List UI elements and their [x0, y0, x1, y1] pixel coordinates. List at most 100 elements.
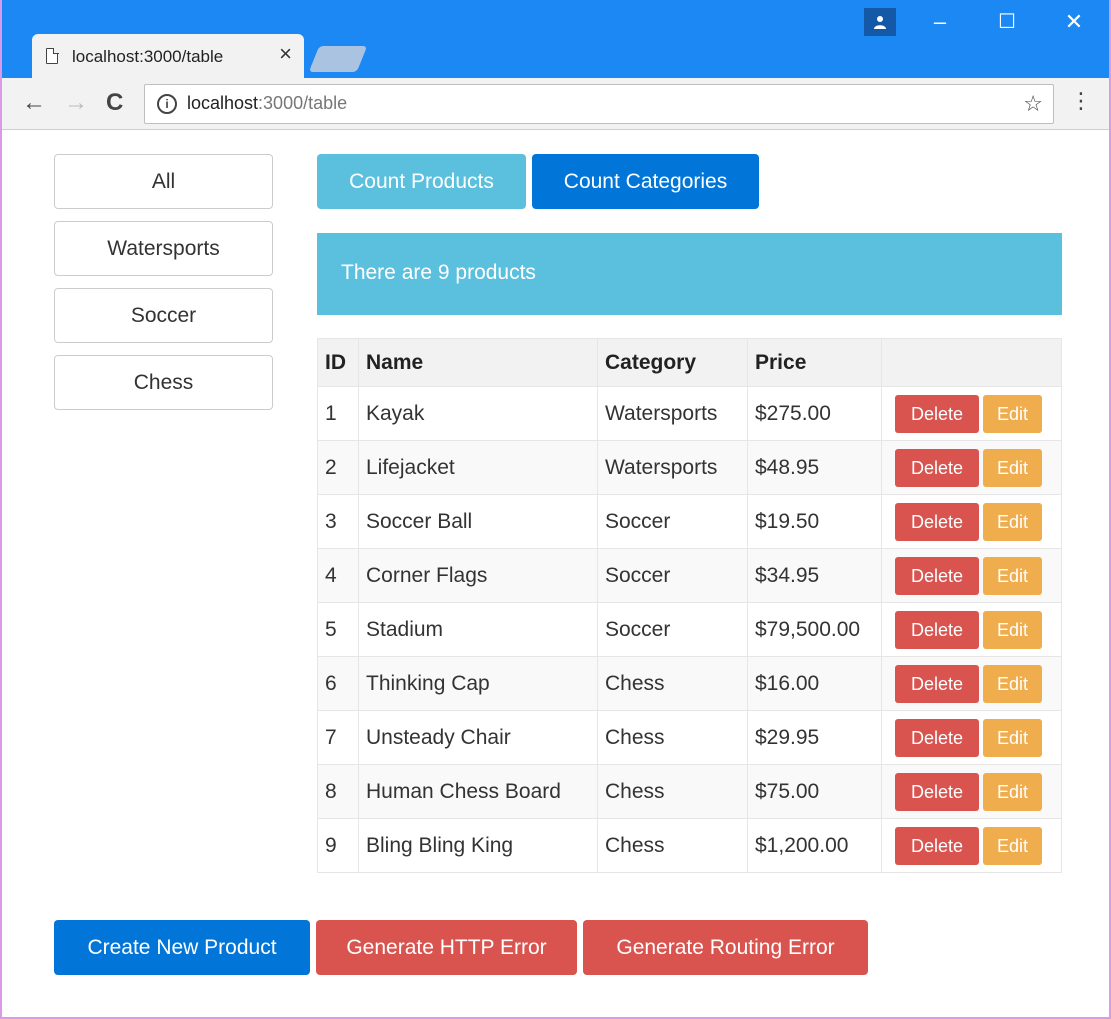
- maximize-button[interactable]: ☐: [987, 10, 1027, 34]
- delete-button[interactable]: Delete: [895, 718, 979, 757]
- category-button-chess[interactable]: Chess: [54, 355, 273, 410]
- header-price: Price: [747, 338, 882, 387]
- header-category: Category: [597, 338, 748, 387]
- new-tab-button[interactable]: [308, 46, 368, 72]
- cell-id: 2: [317, 440, 359, 495]
- cell-category: Watersports: [597, 440, 748, 495]
- forward-arrow-icon[interactable]: →: [64, 90, 88, 116]
- bookmark-star-icon[interactable]: ☆: [1023, 91, 1043, 117]
- reload-icon[interactable]: C: [106, 90, 123, 116]
- edit-button[interactable]: Edit: [983, 394, 1042, 433]
- cell-price: $34.95: [747, 548, 882, 603]
- delete-button[interactable]: Delete: [895, 826, 979, 865]
- cell-id: 9: [317, 818, 359, 873]
- generate-routing-error-button[interactable]: Generate Routing Error: [583, 920, 868, 975]
- cell-name: Lifejacket: [358, 440, 598, 495]
- close-window-button[interactable]: ✕: [1054, 10, 1094, 34]
- header-name: Name: [358, 338, 598, 387]
- table-row: 3 Soccer Ball Soccer $19.50 Delete Edit: [317, 494, 1062, 549]
- delete-button[interactable]: Delete: [895, 772, 979, 811]
- cell-price: $48.95: [747, 440, 882, 495]
- browser-menu-icon[interactable]: ⋮: [1070, 88, 1092, 114]
- header-actions: [881, 338, 1062, 387]
- cell-price: $75.00: [747, 764, 882, 819]
- cell-price: $19.50: [747, 494, 882, 549]
- table-row: 6 Thinking Cap Chess $16.00 Delete Edit: [317, 656, 1062, 711]
- table-row: 5 Stadium Soccer $79,500.00 Delete Edit: [317, 602, 1062, 657]
- cell-name: Soccer Ball: [358, 494, 598, 549]
- edit-button[interactable]: Edit: [983, 718, 1042, 757]
- cell-name: Corner Flags: [358, 548, 598, 603]
- cell-category: Soccer: [597, 494, 748, 549]
- cell-category: Soccer: [597, 602, 748, 657]
- edit-button[interactable]: Edit: [983, 664, 1042, 703]
- edit-button[interactable]: Edit: [983, 502, 1042, 541]
- edit-button[interactable]: Edit: [983, 556, 1042, 595]
- table-row: 4 Corner Flags Soccer $34.95 Delete Edit: [317, 548, 1062, 603]
- edit-button[interactable]: Edit: [983, 610, 1042, 649]
- cell-actions: Delete Edit: [881, 710, 1062, 765]
- delete-button[interactable]: Delete: [895, 394, 979, 433]
- cell-id: 1: [317, 386, 359, 441]
- title-bar: localhost:3000/table × – ☐ ✕: [2, 0, 1109, 78]
- cell-price: $29.95: [747, 710, 882, 765]
- minimize-button[interactable]: –: [920, 10, 960, 34]
- cell-name: Bling Bling King: [358, 818, 598, 873]
- back-arrow-icon[interactable]: ←: [22, 90, 46, 116]
- tab-title: localhost:3000/table: [72, 47, 224, 66]
- cell-category: Chess: [597, 710, 748, 765]
- cell-name: Unsteady Chair: [358, 710, 598, 765]
- cell-name: Human Chess Board: [358, 764, 598, 819]
- cell-category: Chess: [597, 656, 748, 711]
- cell-id: 5: [317, 602, 359, 657]
- products-table: ID Name Category Price 1 Kayak Watersports…: [317, 338, 1062, 873]
- tab-close-icon[interactable]: ×: [279, 43, 292, 65]
- cell-category: Chess: [597, 818, 748, 873]
- address-bar[interactable]: i localhost:3000/table ☆: [144, 84, 1054, 124]
- info-icon[interactable]: i: [157, 94, 177, 114]
- browser-tab[interactable]: localhost:3000/table ×: [32, 34, 304, 78]
- edit-button[interactable]: Edit: [983, 448, 1042, 487]
- count-categories-button[interactable]: Count Categories: [532, 154, 759, 209]
- browser-window: localhost:3000/table × – ☐ ✕ ← → C i loc…: [0, 0, 1111, 1019]
- header-id: ID: [317, 338, 359, 387]
- cell-price: $1,200.00: [747, 818, 882, 873]
- url-host: localhost: [187, 93, 259, 113]
- delete-button[interactable]: Delete: [895, 556, 979, 595]
- delete-button[interactable]: Delete: [895, 664, 979, 703]
- url-text: localhost:3000/table: [187, 93, 347, 114]
- edit-button[interactable]: Edit: [983, 826, 1042, 865]
- cell-actions: Delete Edit: [881, 548, 1062, 603]
- category-button-all[interactable]: All: [54, 154, 273, 209]
- table-row: 1 Kayak Watersports $275.00 Delete Edit: [317, 386, 1062, 441]
- category-button-watersports[interactable]: Watersports: [54, 221, 273, 276]
- product-count-message: There are 9 products: [317, 233, 1062, 315]
- edit-button[interactable]: Edit: [983, 772, 1042, 811]
- cell-actions: Delete Edit: [881, 656, 1062, 711]
- cell-actions: Delete Edit: [881, 764, 1062, 819]
- cell-category: Soccer: [597, 548, 748, 603]
- cell-actions: Delete Edit: [881, 602, 1062, 657]
- table-row: 9 Bling Bling King Chess $1,200.00 Delete Edi…: [317, 818, 1062, 873]
- page-content: All Watersports Soccer Chess Count Produ…: [2, 131, 1109, 1017]
- delete-button[interactable]: Delete: [895, 610, 979, 649]
- count-products-button[interactable]: Count Products: [317, 154, 526, 209]
- cell-category: Watersports: [597, 386, 748, 441]
- url-path: :3000/table: [258, 93, 348, 113]
- delete-button[interactable]: Delete: [895, 448, 979, 487]
- cell-actions: Delete Edit: [881, 440, 1062, 495]
- table-row: 7 Unsteady Chair Chess $29.95 Delete Edit: [317, 710, 1062, 765]
- page-icon: [46, 47, 59, 64]
- cell-actions: Delete Edit: [881, 494, 1062, 549]
- table-header-row: ID Name Category Price: [317, 338, 1062, 387]
- cell-name: Kayak: [358, 386, 598, 441]
- delete-button[interactable]: Delete: [895, 502, 979, 541]
- cell-name: Stadium: [358, 602, 598, 657]
- browser-toolbar: ← → C i localhost:3000/table ☆ ⋮: [2, 78, 1109, 130]
- create-new-product-button[interactable]: Create New Product: [54, 920, 310, 975]
- user-profile-icon[interactable]: [864, 8, 896, 36]
- generate-http-error-button[interactable]: Generate HTTP Error: [316, 920, 577, 975]
- category-button-soccer[interactable]: Soccer: [54, 288, 273, 343]
- cell-price: $275.00: [747, 386, 882, 441]
- cell-id: 7: [317, 710, 359, 765]
